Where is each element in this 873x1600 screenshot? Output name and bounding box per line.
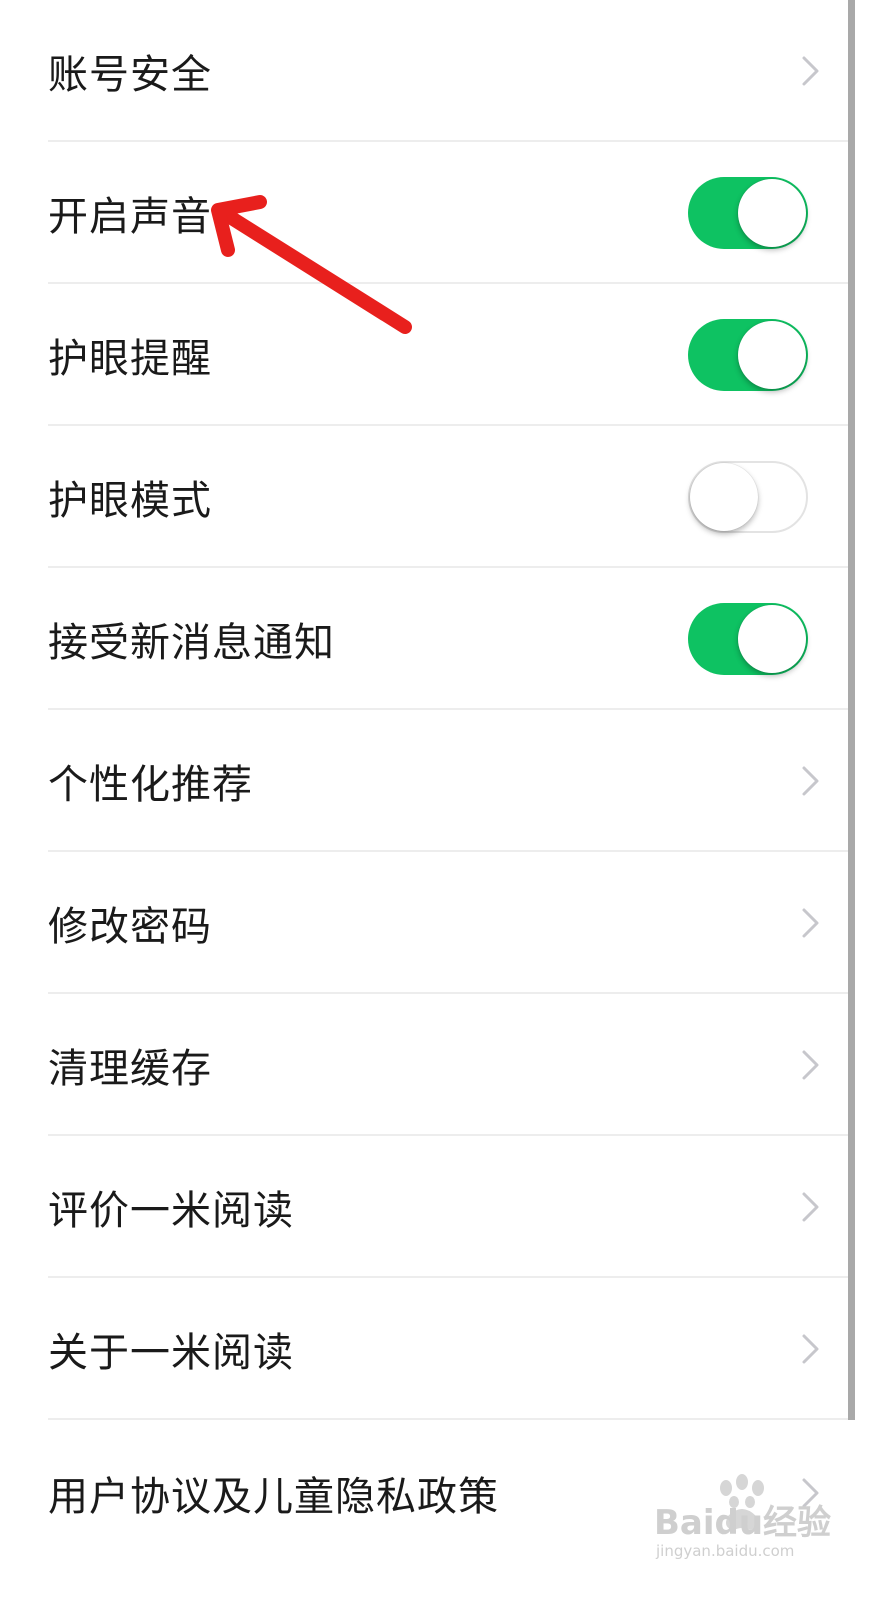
settings-row-rate-app[interactable]: 评价一米阅读 (0, 1136, 848, 1278)
row-label: 账号安全 (48, 52, 212, 98)
chevron-right-icon (802, 766, 819, 796)
settings-row-change-password[interactable]: 修改密码 (0, 852, 848, 994)
notifications-toggle[interactable] (688, 603, 808, 675)
row-label: 清理缓存 (48, 1046, 212, 1092)
row-label: 关于一米阅读 (48, 1330, 294, 1376)
settings-row-account-security[interactable]: 账号安全 (0, 0, 848, 142)
chevron-right-icon (802, 1478, 819, 1508)
settings-row-personalized-recommendation[interactable]: 个性化推荐 (0, 710, 848, 852)
scrollbar[interactable] (848, 0, 855, 1420)
chevron-right-icon (802, 56, 819, 86)
row-divider (48, 1418, 848, 1420)
row-label: 开启声音 (48, 194, 212, 240)
row-label: 用户协议及儿童隐私政策 (48, 1474, 499, 1520)
chevron-right-icon (802, 908, 819, 938)
row-label: 修改密码 (48, 904, 212, 950)
eye-care-mode-toggle[interactable] (688, 461, 808, 533)
settings-row-clear-cache[interactable]: 清理缓存 (0, 994, 848, 1136)
toggle-knob (738, 605, 806, 673)
row-label: 护眼模式 (48, 478, 212, 524)
settings-list: 账号安全 开启声音 护眼提醒 护眼模式 接受新消息通知 个性化推荐 修改密码 清… (0, 0, 848, 1600)
row-label: 护眼提醒 (48, 336, 212, 382)
toggle-knob (690, 463, 758, 531)
sound-toggle[interactable] (688, 177, 808, 249)
chevron-right-icon (802, 1192, 819, 1222)
row-label: 个性化推荐 (48, 762, 253, 808)
toggle-knob (738, 179, 806, 247)
settings-row-about[interactable]: 关于一米阅读 (0, 1278, 848, 1420)
row-label: 评价一米阅读 (48, 1188, 294, 1234)
chevron-right-icon (802, 1050, 819, 1080)
eye-care-reminder-toggle[interactable] (688, 319, 808, 391)
chevron-right-icon (802, 1334, 819, 1364)
row-label: 接受新消息通知 (48, 620, 335, 666)
settings-row-sound: 开启声音 (0, 142, 848, 284)
settings-row-eye-care-mode: 护眼模式 (0, 426, 848, 568)
settings-row-user-agreement[interactable]: 用户协议及儿童隐私政策 (0, 1422, 848, 1564)
settings-row-eye-care-reminder: 护眼提醒 (0, 284, 848, 426)
toggle-knob (738, 321, 806, 389)
settings-row-notifications: 接受新消息通知 (0, 568, 848, 710)
